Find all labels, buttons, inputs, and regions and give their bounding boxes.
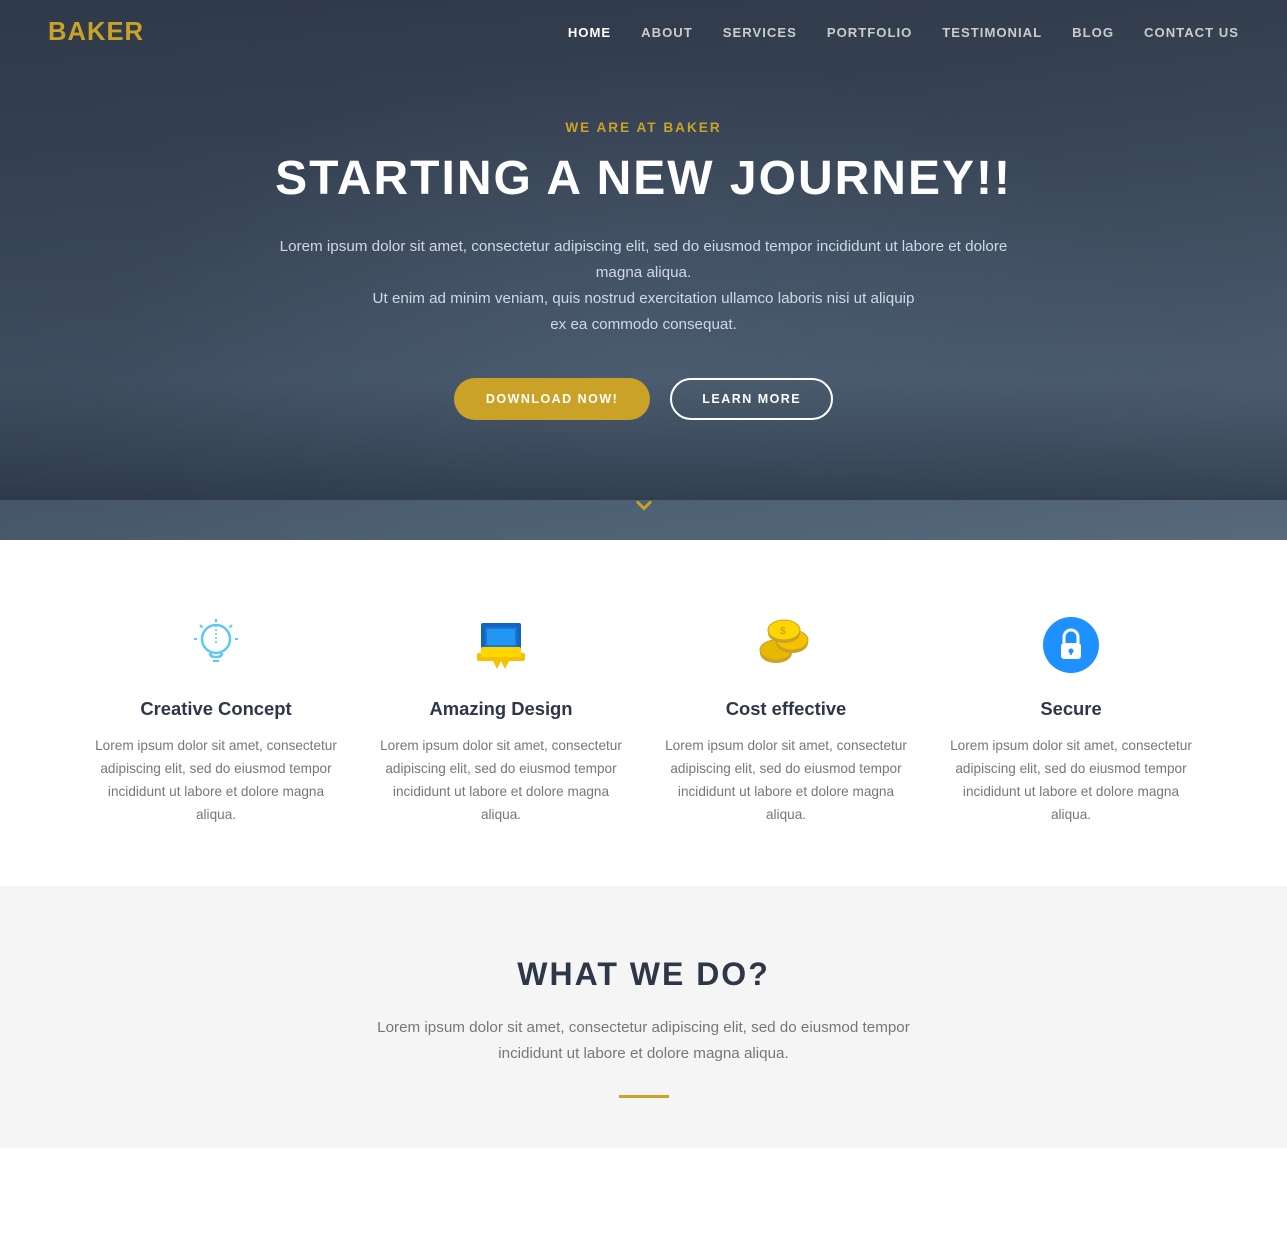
hero-description: Lorem ipsum dolor sit amet, consectetur …	[264, 234, 1024, 337]
nav-link-contact[interactable]: CONTACT US	[1144, 25, 1239, 40]
download-button[interactable]: DOWNLOAD NOW!	[454, 378, 650, 420]
feature-title-cost: Cost effective	[664, 698, 909, 720]
logo-ba: BA	[48, 18, 87, 46]
nav-item-about[interactable]: ABOUT	[641, 24, 693, 42]
lightbulb-icon	[186, 615, 246, 675]
feature-creative-concept: Creative Concept Lorem ipsum dolor sit a…	[94, 610, 339, 826]
nav-link-portfolio[interactable]: PORTFOLIO	[827, 25, 912, 40]
feature-cost-effective: $ Cost effective Lorem ipsum dolor sit a…	[664, 610, 909, 826]
feature-desc-cost: Lorem ipsum dolor sit amet, consectetur …	[664, 734, 909, 826]
nav-link-testimonial[interactable]: TESTIMONIAL	[942, 25, 1042, 40]
hero-desc-line1: Lorem ipsum dolor sit amet, consectetur …	[280, 238, 1008, 281]
features-section: Creative Concept Lorem ipsum dolor sit a…	[0, 540, 1287, 886]
feature-title-secure: Secure	[949, 698, 1194, 720]
scroll-down-chevron[interactable]	[630, 491, 658, 524]
nav-item-contact[interactable]: CONTACT US	[1144, 24, 1239, 42]
nav-item-testimonial[interactable]: TESTIMONIAL	[942, 24, 1042, 42]
feature-title-creative: Creative Concept	[94, 698, 339, 720]
chevron-down-icon	[630, 491, 658, 519]
hero-content: WE ARE AT BAKER STARTING A NEW JOURNEY!!…	[244, 120, 1044, 419]
gold-divider	[619, 1095, 669, 1098]
feature-icon-lightbulb	[181, 610, 251, 680]
lock-icon	[1041, 615, 1101, 675]
nav-links: HOME ABOUT SERVICES PORTFOLIO TESTIMONIA…	[568, 24, 1239, 42]
what-we-do-description: Lorem ipsum dolor sit amet, consectetur …	[364, 1015, 924, 1067]
feature-amazing-design: Amazing Design Lorem ipsum dolor sit ame…	[379, 610, 624, 826]
features-grid: Creative Concept Lorem ipsum dolor sit a…	[94, 610, 1194, 826]
feature-icon-design	[466, 610, 536, 680]
coins-icon: $	[754, 615, 819, 675]
hero-desc-line3: ex ea commodo consequat.	[550, 316, 737, 333]
design-icon	[471, 615, 531, 675]
nav-link-about[interactable]: ABOUT	[641, 25, 693, 40]
feature-desc-secure: Lorem ipsum dolor sit amet, consectetur …	[949, 734, 1194, 826]
feature-icon-coins: $	[751, 610, 821, 680]
feature-secure: Secure Lorem ipsum dolor sit amet, conse…	[949, 610, 1194, 826]
learn-more-button[interactable]: LEARN MORE	[670, 378, 833, 420]
nav-item-blog[interactable]: BLOG	[1072, 24, 1114, 42]
feature-icon-lock	[1036, 610, 1106, 680]
nav-item-home[interactable]: HOME	[568, 24, 611, 42]
nav-link-home[interactable]: HOME	[568, 25, 611, 40]
svg-text:$: $	[780, 626, 786, 637]
nav-item-portfolio[interactable]: PORTFOLIO	[827, 24, 912, 42]
navbar: BAKER HOME ABOUT SERVICES PORTFOLIO TEST…	[0, 0, 1287, 65]
nav-link-blog[interactable]: BLOG	[1072, 25, 1114, 40]
feature-desc-design: Lorem ipsum dolor sit amet, consectetur …	[379, 734, 624, 826]
feature-title-design: Amazing Design	[379, 698, 624, 720]
hero-subtitle: WE ARE AT BAKER	[264, 120, 1024, 135]
hero-title: STARTING A NEW JOURNEY!!	[264, 153, 1024, 206]
logo-ker: KER	[87, 18, 144, 46]
feature-desc-creative: Lorem ipsum dolor sit amet, consectetur …	[94, 734, 339, 826]
hero-buttons: DOWNLOAD NOW! LEARN MORE	[264, 378, 1024, 420]
logo[interactable]: BAKER	[48, 18, 144, 47]
what-we-do-title: WHAT WE DO?	[40, 956, 1247, 993]
what-we-do-section: WHAT WE DO? Lorem ipsum dolor sit amet, …	[0, 886, 1287, 1148]
nav-link-services[interactable]: SERVICES	[723, 25, 797, 40]
hero-section: WE ARE AT BAKER STARTING A NEW JOURNEY!!…	[0, 0, 1287, 540]
nav-item-services[interactable]: SERVICES	[723, 24, 797, 42]
hero-desc-line2: Ut enim ad minim veniam, quis nostrud ex…	[373, 290, 915, 307]
